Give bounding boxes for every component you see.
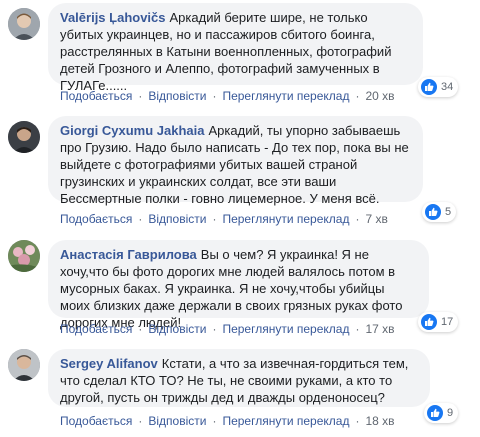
reply-link[interactable]: Відповісти	[148, 89, 206, 103]
comment-bubble: Giorgi Cyxumu Jakhaia Аркадий, ты упорно …	[48, 116, 423, 206]
like-link[interactable]: Подобається	[60, 89, 132, 103]
comment-timestamp[interactable]: 17 хв	[365, 322, 394, 336]
comment-actions: Подобається · Відповісти · Переглянути перек…	[60, 212, 388, 226]
comment-author[interactable]: Valērijs Ļahovičs	[60, 10, 166, 25]
like-link[interactable]: Подобається	[60, 212, 132, 226]
avatar[interactable]	[8, 8, 40, 40]
like-link[interactable]: Подобається	[60, 414, 132, 428]
avatar-photo-icon	[8, 349, 40, 381]
comment-timestamp[interactable]: 7 хв	[365, 212, 387, 226]
avatar-photo-icon	[8, 121, 40, 153]
comment-actions: Подобається · Відповісти · Переглянути перек…	[60, 89, 395, 103]
reaction-count[interactable]: 34	[418, 77, 459, 97]
comment-bubble: Valērijs Ļahovičs Аркадий берите шире, не…	[48, 3, 423, 93]
like-reaction-icon	[421, 314, 437, 330]
comment-bubble: Анастасія Гаврилова Вы о чем? Я украинка!…	[48, 240, 429, 330]
reply-link[interactable]: Відповісти	[148, 212, 206, 226]
reaction-number: 17	[441, 316, 454, 328]
reaction-number: 9	[447, 407, 454, 419]
see-translation-link[interactable]: Переглянути переклад	[222, 212, 349, 226]
avatar-photo-icon	[8, 240, 40, 272]
comment-timestamp[interactable]: 20 хв	[365, 89, 394, 103]
see-translation-link[interactable]: Переглянути переклад	[222, 89, 349, 103]
avatar[interactable]	[8, 240, 40, 272]
reply-link[interactable]: Відповісти	[148, 414, 206, 428]
like-reaction-icon	[421, 79, 437, 95]
reaction-count[interactable]: 5	[422, 202, 457, 222]
comment-author[interactable]: Sergey Alifanov	[60, 356, 158, 371]
reaction-count[interactable]: 9	[424, 403, 459, 423]
like-link[interactable]: Подобається	[60, 322, 132, 336]
comment-author[interactable]: Анастасія Гаврилова	[60, 247, 197, 262]
avatar[interactable]	[8, 349, 40, 381]
like-reaction-icon	[425, 204, 441, 220]
comment-actions: Подобається · Відповісти · Переглянути перек…	[60, 322, 395, 336]
reply-link[interactable]: Відповісти	[148, 322, 206, 336]
comment-author[interactable]: Giorgi Cyxumu Jakhaia	[60, 123, 205, 138]
reaction-count[interactable]: 17	[418, 312, 459, 332]
reaction-number: 5	[445, 206, 452, 218]
comment-timestamp[interactable]: 18 хв	[365, 414, 394, 428]
comment-actions: Подобається · Відповісти · Переглянути перек…	[60, 414, 395, 428]
avatar[interactable]	[8, 121, 40, 153]
see-translation-link[interactable]: Переглянути переклад	[222, 322, 349, 336]
avatar-photo-icon	[8, 8, 40, 40]
reaction-number: 34	[441, 81, 454, 93]
comment-bubble: Sergey Alifanov Кстати, а что за извечная…	[48, 349, 430, 407]
see-translation-link[interactable]: Переглянути переклад	[222, 414, 349, 428]
like-reaction-icon	[427, 405, 443, 421]
